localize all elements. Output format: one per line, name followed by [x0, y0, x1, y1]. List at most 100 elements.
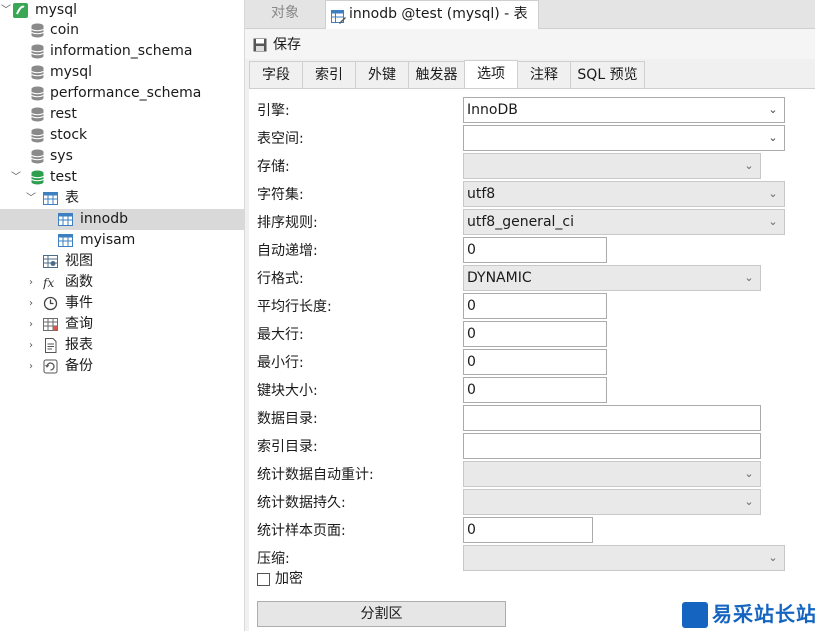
chevron-right-icon[interactable]: ›: [25, 272, 37, 293]
chevron-down-icon[interactable]: ﹀: [10, 167, 22, 188]
tree-item-backups[interactable]: › 备份: [0, 356, 244, 377]
partition-button[interactable]: 分割区: [257, 601, 506, 627]
tree-item-table-innodb[interactable]: innodb: [0, 209, 244, 230]
chevron-down-icon: ⌄: [744, 467, 754, 480]
tab-table-designer[interactable]: innodb @test (mysql) - 表: [325, 0, 539, 29]
row-format-select[interactable]: DYNAMIC ⌄: [463, 265, 761, 291]
charset-value: utf8: [467, 186, 496, 202]
tree-item-label: information_schema: [50, 43, 193, 59]
avg-row-length-value: 0: [467, 298, 476, 314]
chevron-right-icon[interactable]: ›: [25, 293, 37, 314]
auto-increment-input[interactable]: 0: [463, 237, 607, 263]
connection-icon: [13, 3, 28, 18]
tab-fields[interactable]: 字段: [249, 61, 303, 89]
designer-subtabs: 字段 索引 外键 触发器 选项 注释 SQL 预览: [249, 60, 815, 90]
compression-select[interactable]: ⌄: [463, 545, 785, 571]
key-block-size-label: 键块大小:: [257, 383, 318, 399]
key-block-size-input[interactable]: 0: [463, 377, 607, 403]
tree-item-label: performance_schema: [50, 85, 202, 101]
tree-item-database-information-schema[interactable]: information_schema: [0, 41, 244, 62]
storage-select[interactable]: ⌄: [463, 153, 761, 179]
toolbar: 保存: [245, 29, 815, 59]
tree-item-label: 查询: [65, 316, 93, 332]
chevron-right-icon[interactable]: ›: [25, 356, 37, 377]
min-rows-value: 0: [467, 354, 476, 370]
tree-item-label: myisam: [80, 232, 136, 248]
index-directory-input[interactable]: [463, 433, 761, 459]
database-open-icon: [30, 170, 45, 185]
tablespace-select[interactable]: ⌄: [463, 125, 785, 151]
tree-item-tables[interactable]: ﹀ 表: [0, 188, 244, 209]
encryption-label: 加密: [275, 571, 303, 587]
event-clock-icon: [43, 296, 58, 311]
tree-item-label: 事件: [65, 295, 93, 311]
tree-item-database-coin[interactable]: coin: [0, 20, 244, 41]
chevron-down-icon: ⌄: [744, 159, 754, 172]
watermark: 易采站长站: [680, 598, 815, 631]
tree-item-events[interactable]: › 事件: [0, 293, 244, 314]
save-label: 保存: [273, 37, 301, 53]
tree-item-table-myisam[interactable]: myisam: [0, 230, 244, 251]
chevron-right-icon[interactable]: ›: [25, 335, 37, 356]
tab-comment[interactable]: 注释: [517, 61, 571, 89]
tree-item-queries[interactable]: › 查询: [0, 314, 244, 335]
database-icon: [30, 128, 45, 143]
chevron-right-icon[interactable]: ›: [25, 314, 37, 335]
tab-options[interactable]: 选项: [464, 60, 518, 90]
table-icon: [58, 212, 73, 227]
stats-auto-recalc-label: 统计数据自动重计:: [257, 467, 374, 483]
encryption-checkbox[interactable]: [257, 573, 270, 586]
tree-item-database-performance-schema[interactable]: performance_schema: [0, 83, 244, 104]
key-block-size-value: 0: [467, 382, 476, 398]
report-icon: [43, 338, 58, 353]
save-icon: [253, 38, 267, 52]
max-rows-input[interactable]: 0: [463, 321, 607, 347]
chevron-down-icon[interactable]: ﹀: [25, 188, 37, 209]
database-icon: [30, 23, 45, 38]
tablespace-label: 表空间:: [257, 131, 304, 147]
stats-sample-pages-input[interactable]: 0: [463, 517, 593, 543]
tab-indexes[interactable]: 索引: [302, 61, 356, 89]
tab-foreign-keys[interactable]: 外键: [355, 61, 409, 89]
tree-item-database-sys[interactable]: sys: [0, 146, 244, 167]
data-directory-input[interactable]: [463, 405, 761, 431]
avg-row-length-input[interactable]: 0: [463, 293, 607, 319]
engine-select[interactable]: InnoDB ⌄: [463, 97, 785, 123]
tree-item-functions[interactable]: › fx 函数: [0, 272, 244, 293]
chevron-down-icon[interactable]: ﹀: [0, 0, 12, 21]
stats-persistent-select[interactable]: ⌄: [463, 489, 761, 515]
data-directory-label: 数据目录:: [257, 411, 318, 427]
database-icon: [30, 107, 45, 122]
chevron-down-icon: ⌄: [768, 103, 778, 116]
tree-item-label: 函数: [65, 274, 93, 290]
tree-item-connection-mysql[interactable]: ﹀ mysql: [0, 0, 244, 21]
auto-increment-value: 0: [467, 242, 476, 258]
collation-select[interactable]: utf8_general_ci ⌄: [463, 209, 785, 235]
tree-item-database-rest[interactable]: rest: [0, 104, 244, 125]
tree-item-reports[interactable]: › 报表: [0, 335, 244, 356]
tab-triggers[interactable]: 触发器: [408, 61, 465, 89]
tree-item-database-stock[interactable]: stock: [0, 125, 244, 146]
database-icon: [30, 44, 45, 59]
tree-item-database-mysql[interactable]: mysql: [0, 62, 244, 83]
tab-table-label: innodb @test (mysql) - 表: [349, 6, 528, 22]
table-designer: 对象 innodb @test (mysql) - 表 保存 字段 索引 外键 …: [245, 0, 815, 632]
charset-select[interactable]: utf8 ⌄: [463, 181, 785, 207]
chevron-down-icon: ⌄: [768, 131, 778, 144]
engine-value: InnoDB: [467, 102, 518, 118]
charset-label: 字符集:: [257, 187, 304, 203]
tree-item-database-test[interactable]: ﹀ test: [0, 167, 244, 188]
tree-item-label: 报表: [65, 337, 93, 353]
max-rows-label: 最大行:: [257, 327, 304, 343]
database-icon: [30, 86, 45, 101]
min-rows-input[interactable]: 0: [463, 349, 607, 375]
backup-icon: [43, 359, 58, 374]
row-format-label: 行格式:: [257, 271, 304, 287]
tree-item-label: 视图: [65, 253, 93, 269]
tree-item-views[interactable]: 视图: [0, 251, 244, 272]
svg-text:fx: fx: [43, 276, 54, 290]
database-icon: [30, 149, 45, 164]
tab-objects[interactable]: 对象: [245, 0, 325, 28]
tab-sql-preview[interactable]: SQL 预览: [570, 61, 645, 89]
stats-auto-recalc-select[interactable]: ⌄: [463, 461, 761, 487]
